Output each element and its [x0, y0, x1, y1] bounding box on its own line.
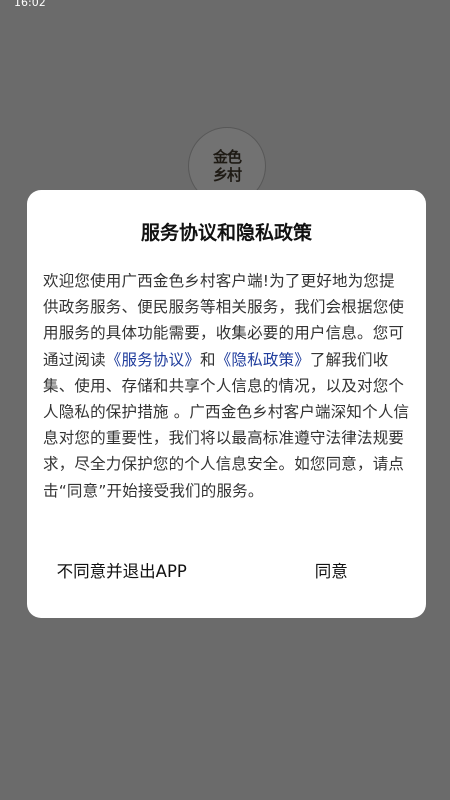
logo-line-2: 乡村 — [212, 166, 242, 184]
status-bar: 16:02 — [0, 0, 450, 12]
service-agreement-link[interactable]: 《服务协议》 — [106, 351, 200, 369]
privacy-dialog: 服务协议和隐私政策 欢迎您使用广西金色乡村客户端!为了更好地为您提供政务服务、便… — [27, 190, 426, 618]
dialog-body: 欢迎您使用广西金色乡村客户端!为了更好地为您提供政务服务、便民服务等相关服务，我… — [43, 268, 410, 504]
agree-button[interactable]: 同意 — [227, 552, 427, 592]
body-text-and: 和 — [200, 350, 216, 369]
dialog-actions: 不同意并退出APP 同意 — [27, 552, 426, 592]
logo-lettering: 金色 乡村 — [189, 148, 265, 184]
app-screen: 16:02 金色 乡村 服务协议和隐私政策 欢迎您使用广西金色乡村客户端!为了更… — [0, 0, 450, 800]
logo-line-1: 金色 — [212, 148, 242, 166]
reject-exit-button[interactable]: 不同意并退出APP — [27, 552, 227, 592]
dialog-title: 服务协议和隐私政策 — [140, 222, 312, 244]
privacy-policy-link[interactable]: 《隐私政策》 — [216, 351, 310, 369]
status-time: 16:02 — [14, 0, 46, 9]
body-text-2: 了解我们收集、使用、存储和共享个人信息的情况，以及对您个人隐私的保护措施 。广西… — [43, 350, 410, 500]
